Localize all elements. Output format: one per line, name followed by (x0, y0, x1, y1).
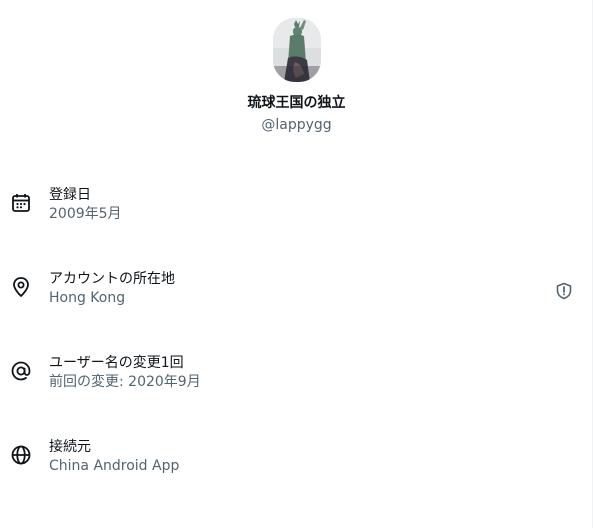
connected-via-label: 接続元 (49, 439, 91, 455)
avatar-photo (272, 18, 321, 82)
calendar-icon (10, 192, 32, 214)
account-location-label: アカウントの所在地 (49, 271, 175, 287)
account-location-text: アカウントの所在地 Hong Kong (49, 270, 175, 308)
at-sign-icon (10, 360, 32, 382)
connected-via-text: 接続元 China Android App (49, 438, 179, 476)
join-date-value: 2009年5月 (49, 206, 122, 222)
join-date-text: 登録日 2009年5月 (49, 186, 122, 224)
user-handle: @lappygg (261, 117, 332, 133)
display-name: 琉球王国の独立 (247, 95, 346, 111)
join-date-label: 登録日 (49, 187, 91, 203)
join-date-row: 登録日 2009年5月 (0, 186, 592, 246)
username-change-label: ユーザー名の変更1回 (49, 355, 184, 371)
username-change-row: ユーザー名の変更1回 前回の変更: 2020年9月 (0, 354, 592, 414)
location-pin-icon (10, 276, 32, 298)
profile-header: 琉球王国の独立 @lappygg (0, 18, 593, 134)
username-change-text: ユーザー名の変更1回 前回の変更: 2020年9月 (49, 354, 201, 392)
account-location-row: アカウントの所在地 Hong Kong (0, 270, 592, 330)
connected-via-row: 接続元 China Android App (0, 438, 592, 498)
account-location-value: Hong Kong (49, 290, 126, 306)
avatar[interactable] (272, 18, 321, 82)
connected-via-value: China Android App (49, 458, 180, 474)
globe-icon (10, 444, 32, 466)
shield-alert-icon[interactable] (555, 282, 573, 300)
username-change-value: 前回の変更: 2020年9月 (49, 374, 201, 390)
